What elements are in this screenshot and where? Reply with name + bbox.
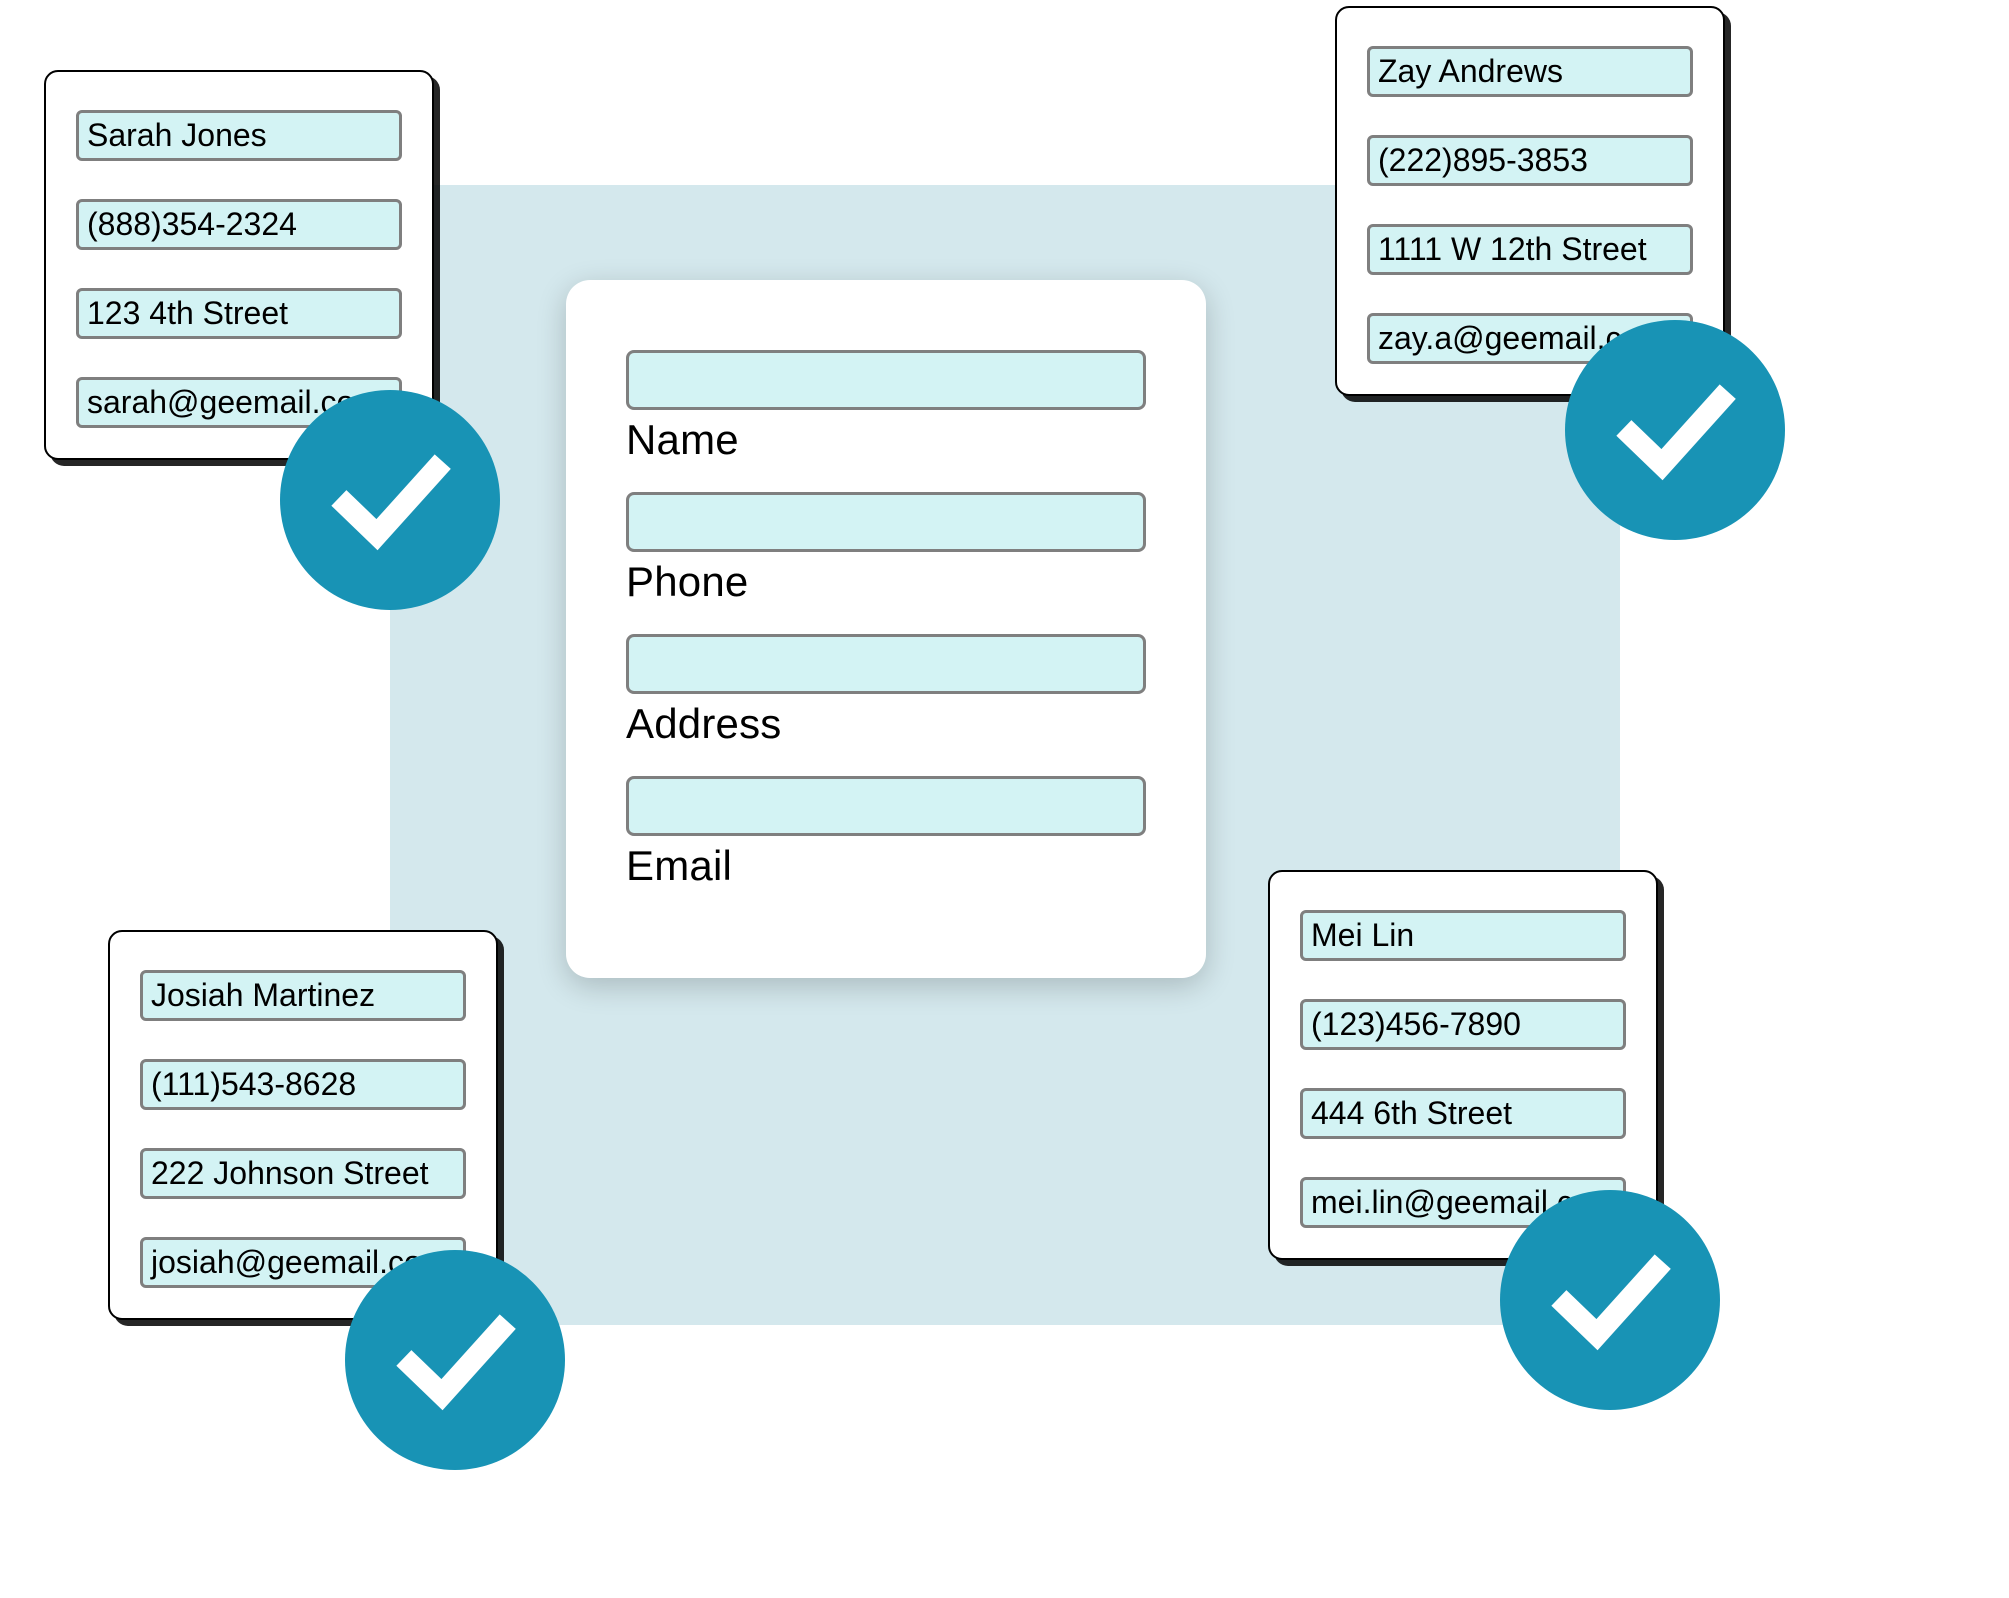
phone-label: Phone <box>626 558 1146 606</box>
form-card: Name Phone Address Email <box>566 280 1206 978</box>
contact-phone: (888)354-2324 <box>76 199 402 250</box>
check-badge <box>345 1250 565 1470</box>
email-label: Email <box>626 842 1146 890</box>
contact-phone: (123)456-7890 <box>1300 999 1626 1050</box>
email-input[interactable] <box>626 776 1146 836</box>
address-input[interactable] <box>626 634 1146 694</box>
address-label: Address <box>626 700 1146 748</box>
name-input[interactable] <box>626 350 1146 410</box>
contact-address: 444 6th Street <box>1300 1088 1626 1139</box>
contact-phone: (111)543-8628 <box>140 1059 466 1110</box>
contact-address: 123 4th Street <box>76 288 402 339</box>
name-label: Name <box>626 416 1146 464</box>
check-icon <box>1545 1235 1675 1365</box>
contact-name: Zay Andrews <box>1367 46 1693 97</box>
phone-input[interactable] <box>626 492 1146 552</box>
contact-name: Mei Lin <box>1300 910 1626 961</box>
contact-phone: (222)895-3853 <box>1367 135 1693 186</box>
contact-address: 1111 W 12th Street <box>1367 224 1693 275</box>
check-badge <box>1500 1190 1720 1410</box>
check-badge <box>280 390 500 610</box>
contact-address: 222 Johnson Street <box>140 1148 466 1199</box>
check-badge <box>1565 320 1785 540</box>
check-icon <box>390 1295 520 1425</box>
contact-name: Sarah Jones <box>76 110 402 161</box>
check-icon <box>325 435 455 565</box>
check-icon <box>1610 365 1740 495</box>
contact-name: Josiah Martinez <box>140 970 466 1021</box>
diagram-stage: Name Phone Address Email Sarah Jones (88… <box>0 0 2009 1598</box>
